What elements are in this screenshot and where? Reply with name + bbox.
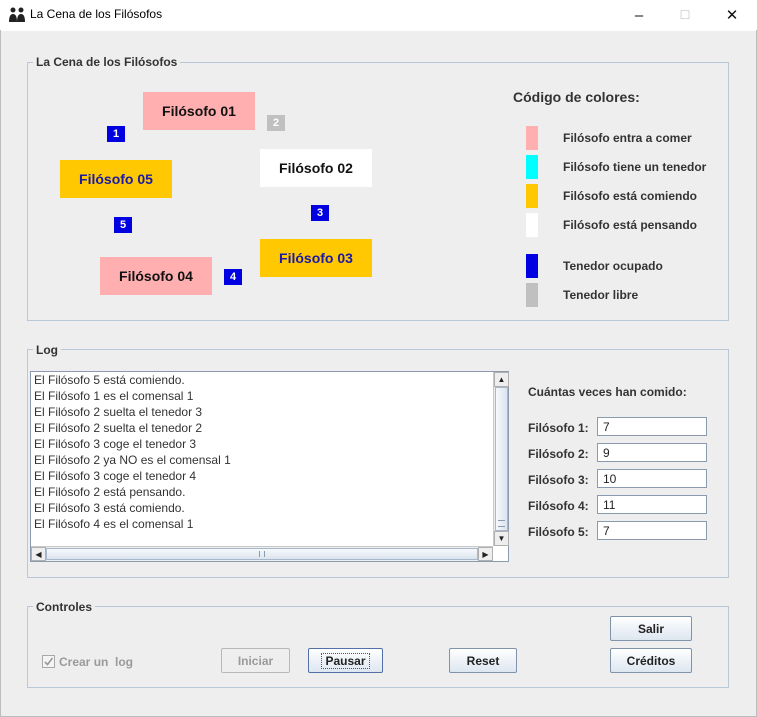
- legend-swatch-entering: [526, 126, 538, 150]
- table-panel-title: La Cena de los Filósofos: [33, 55, 181, 69]
- maximize-icon: ☐: [679, 8, 691, 22]
- minimize-icon: –: [634, 6, 644, 24]
- legend-label-entering: Filósofo entra a comer: [563, 131, 692, 145]
- philosopher-04: Filósofo 04: [100, 257, 212, 295]
- philosopher-05: Filósofo 05: [60, 160, 172, 198]
- fork-3: 3: [311, 205, 329, 221]
- window-title: La Cena de los Filósofos: [30, 7, 163, 21]
- legend-swatch-one-fork: [526, 155, 538, 179]
- legend-swatch-eating: [526, 184, 538, 208]
- vertical-scrollbar[interactable]: ▲ ▼: [493, 372, 509, 546]
- log-line: El Filósofo 3 coge el tenedor 4: [34, 469, 197, 483]
- thumb-grip-icon: [498, 520, 505, 527]
- count-label-4: Filósofo 4:: [528, 499, 589, 513]
- fork-1: 1: [107, 126, 125, 142]
- vertical-scroll-thumb[interactable]: [495, 387, 508, 531]
- log-line: El Filósofo 1 es el comensal 1: [34, 389, 194, 403]
- legend-swatch-thinking: [526, 213, 538, 237]
- scroll-right-icon[interactable]: ▶: [478, 547, 493, 561]
- thumb-grip-icon: [259, 551, 265, 557]
- pausar-label: Pausar: [321, 652, 370, 669]
- count-label-3: Filósofo 3:: [528, 473, 589, 487]
- checkmark-icon: [44, 657, 54, 666]
- log-panel-title: Log: [33, 343, 61, 357]
- log-line: El Filósofo 4 es el comensal 1: [34, 517, 194, 531]
- counts-title: Cuántas veces han comido:: [528, 385, 687, 399]
- scroll-down-icon[interactable]: ▼: [494, 531, 509, 546]
- legend-label-one-fork: Filósofo tiene un tenedor: [563, 160, 707, 174]
- salir-button[interactable]: Salir: [610, 616, 692, 641]
- log-line: El Filósofo 2 está pensando.: [34, 485, 186, 499]
- fork-4: 4: [224, 269, 242, 285]
- legend-swatch-fork-free: [526, 283, 538, 307]
- count-label-2: Filósofo 2:: [528, 447, 589, 461]
- legend-title: Código de colores:: [513, 89, 640, 105]
- log-line: El Filósofo 5 está comiendo.: [34, 373, 185, 387]
- count-field-3[interactable]: 10: [597, 469, 707, 488]
- count-field-1[interactable]: 7: [597, 417, 707, 436]
- philosopher-02: Filósofo 02: [260, 149, 372, 187]
- controls-panel-title: Controles: [33, 600, 96, 614]
- legend-swatch-fork-busy: [526, 254, 538, 278]
- philosopher-01: Filósofo 01: [143, 92, 255, 130]
- count-field-4[interactable]: 11: [597, 495, 707, 514]
- fork-5: 5: [114, 217, 132, 233]
- log-line: El Filósofo 2 suelta el tenedor 2: [34, 421, 203, 435]
- log-line: El Filósofo 2 suelta el tenedor 3: [34, 405, 203, 419]
- log-line: El Filósofo 3 está comiendo.: [34, 501, 185, 515]
- count-label-1: Filósofo 1:: [528, 421, 589, 435]
- close-icon: ✕: [725, 7, 739, 24]
- iniciar-button[interactable]: Iniciar: [221, 648, 290, 673]
- maximize-button[interactable]: ☐: [662, 0, 708, 30]
- scroll-up-icon[interactable]: ▲: [494, 372, 509, 387]
- legend-label-eating: Filósofo está comiendo: [563, 189, 698, 203]
- create-log-label: Crear un log: [59, 655, 134, 669]
- horizontal-scrollbar[interactable]: ◀ ▶: [31, 546, 493, 561]
- create-log-checkbox[interactable]: [42, 655, 55, 668]
- log-textarea[interactable]: El Filósofo 5 está comiendo. El Filósofo…: [30, 371, 509, 562]
- horizontal-scroll-thumb[interactable]: [46, 548, 478, 560]
- philosopher-03: Filósofo 03: [260, 239, 372, 277]
- pausar-button[interactable]: Pausar: [308, 648, 383, 673]
- close-button[interactable]: ✕: [709, 0, 755, 30]
- minimize-button[interactable]: –: [616, 0, 662, 30]
- fork-2: 2: [267, 115, 285, 131]
- log-line: El Filósofo 3 coge el tenedor 3: [34, 437, 197, 451]
- philosophers-app-icon: [9, 7, 25, 22]
- scroll-left-icon[interactable]: ◀: [31, 547, 46, 561]
- creditos-button[interactable]: Créditos: [610, 648, 692, 673]
- count-field-5[interactable]: 7: [597, 521, 707, 540]
- legend-label-thinking: Filósofo está pensando: [563, 218, 698, 232]
- log-line: El Filósofo 2 ya NO es el comensal 1: [34, 453, 231, 467]
- legend-label-fork-busy: Tenedor ocupado: [563, 259, 663, 273]
- count-label-5: Filósofo 5:: [528, 525, 589, 539]
- count-field-2[interactable]: 9: [597, 443, 707, 462]
- reset-button[interactable]: Reset: [449, 648, 517, 673]
- legend-label-fork-free: Tenedor libre: [563, 288, 639, 302]
